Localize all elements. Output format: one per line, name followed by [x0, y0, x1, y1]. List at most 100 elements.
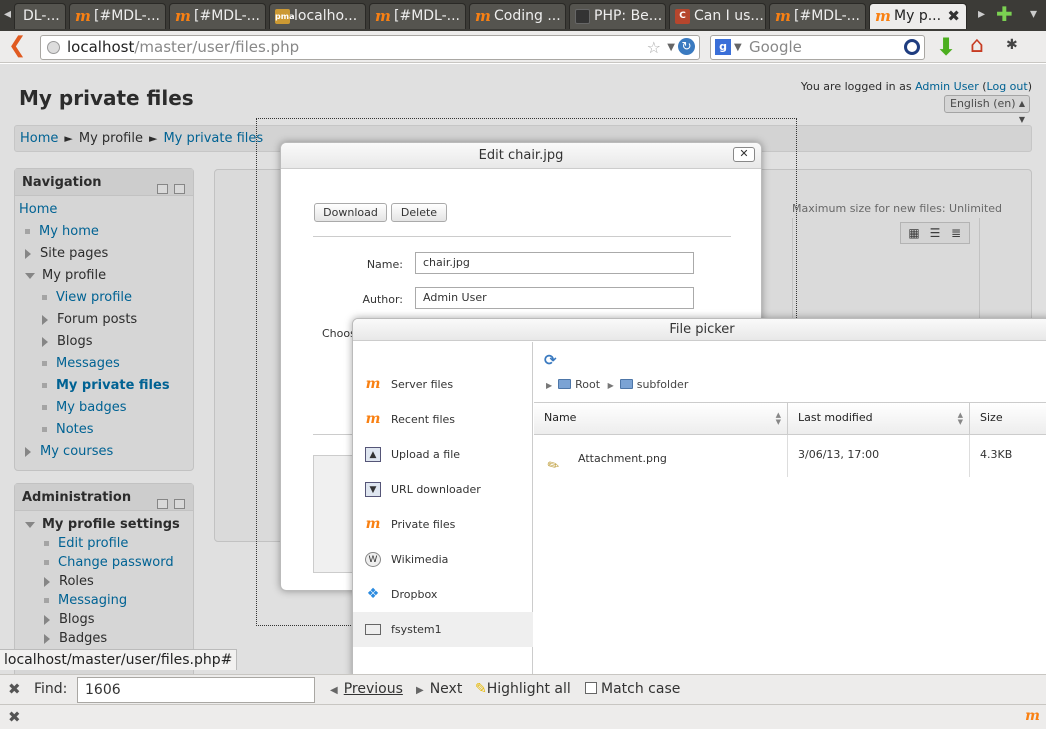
column-modified-label: Last modified: [798, 411, 873, 424]
browser-tab-strip: ◂ DL-... m [#MDL-... m [#MDL-... pma localh…: [0, 0, 1046, 31]
url-bar[interactable]: localhost/master/user/files.php ☆ ▼ ↻: [40, 35, 700, 60]
repository-private-files[interactable]: m Private files: [353, 507, 533, 542]
tab-label: [#MDL-...: [394, 8, 461, 24]
divider: [313, 236, 731, 237]
find-next-label: Next: [429, 681, 463, 697]
find-input[interactable]: 1606: [77, 677, 315, 703]
repository-list: m Server files m Recent files ▲ Upload a fi…: [353, 342, 533, 677]
bookmark-star-icon[interactable]: ☆: [647, 36, 661, 59]
highlighter-icon: ✎: [475, 681, 487, 697]
tab-scroll-right-icon[interactable]: ▸: [978, 6, 985, 22]
browser-tab-1[interactable]: DL-...: [14, 3, 66, 29]
file-preview: [313, 455, 353, 573]
repository-upload-file[interactable]: ▲ Upload a file: [353, 437, 533, 472]
repository-recent-files[interactable]: m Recent files: [353, 402, 533, 437]
edit-dialog-header: Edit chair.jpg ✕: [281, 143, 761, 169]
name-field[interactable]: chair.jpg: [415, 252, 694, 274]
moodle-icon: m: [775, 7, 791, 25]
addon-bar: ✖ m: [0, 704, 1046, 729]
expand-arrow-icon: ▶: [607, 381, 614, 390]
browser-tab-3[interactable]: m [#MDL-...: [169, 3, 266, 29]
search-placeholder: Google: [749, 38, 802, 56]
new-tab-icon[interactable]: ✚: [996, 2, 1013, 26]
reload-icon[interactable]: ↻: [678, 38, 695, 55]
home-icon[interactable]: ⌂: [970, 33, 984, 58]
tab-label: localho...: [294, 8, 358, 24]
file-name: Attachment.png: [578, 452, 667, 465]
moodle-icon: m: [175, 7, 191, 25]
browser-tab-6[interactable]: m Coding ...: [469, 3, 566, 29]
browser-tab-active[interactable]: m My p... ✖: [869, 3, 967, 29]
repository-fsystem1[interactable]: fsystem1: [353, 612, 533, 647]
table-row[interactable]: ✎ Attachment.png 3/06/13, 17:00 4.3KB: [534, 435, 1046, 477]
tab-label: DL-...: [23, 8, 60, 24]
status-url: localhost/master/user/files.php#: [0, 649, 238, 670]
author-label: Author:: [362, 293, 403, 306]
close-icon[interactable]: ✖: [8, 708, 21, 726]
moodle-icon: m: [375, 7, 391, 25]
tab-label: Coding ...: [494, 8, 561, 24]
moodle-icon: m: [75, 7, 91, 25]
repository-wikimedia[interactable]: W Wikimedia: [353, 542, 533, 577]
repository-dropbox[interactable]: ❖ Dropbox: [353, 577, 533, 612]
close-icon[interactable]: ✕: [733, 147, 755, 162]
firebug-icon[interactable]: ✱: [1006, 37, 1018, 53]
expand-arrow-icon: ▶: [546, 381, 553, 390]
column-size[interactable]: Size: [970, 403, 1046, 435]
divider: [313, 434, 353, 435]
back-icon[interactable]: ❮: [8, 34, 26, 58]
globe-icon: [47, 41, 60, 54]
tab-list-icon[interactable]: ▾: [1030, 6, 1037, 22]
url-path: /master/user/files.php: [134, 38, 300, 56]
file-picker-dialog: File picker m Server files m Recent files …: [352, 318, 1046, 678]
browser-tab-8[interactable]: C Can I us...: [669, 3, 766, 29]
phpmyadmin-icon: pma: [275, 9, 294, 24]
moodle-icon: m: [875, 7, 891, 25]
find-previous-button[interactable]: ◀ Previous: [330, 681, 403, 697]
download-button[interactable]: Download: [314, 203, 387, 222]
sort-icon: ▲ ▼: [957, 411, 963, 426]
tab-scroll-left-icon[interactable]: ◂: [4, 6, 11, 22]
repository-url-downloader[interactable]: ▼ URL downloader: [353, 472, 533, 507]
repository-label: Recent files: [391, 413, 455, 426]
path-root[interactable]: Root: [575, 378, 600, 391]
download-arrow-icon[interactable]: ⬇: [936, 33, 956, 61]
repository-server-files[interactable]: m Server files: [353, 367, 533, 402]
browser-navigation-bar: ❮ localhost/master/user/files.php ☆ ▼ ↻ …: [0, 31, 1046, 63]
browser-tab-4[interactable]: pma localho...: [269, 3, 366, 29]
moodle-icon[interactable]: m: [1025, 708, 1040, 724]
close-tab-icon[interactable]: ✖: [947, 4, 960, 29]
delete-button[interactable]: Delete: [391, 203, 447, 222]
folder-path: ▶ Root ▶ subfolder: [546, 378, 688, 391]
file-modified-cell: 3/06/13, 17:00: [788, 435, 970, 477]
tab-label: PHP: Be...: [594, 8, 663, 24]
column-last-modified[interactable]: Last modified ▲ ▼: [788, 403, 970, 435]
repository-label: Dropbox: [391, 588, 438, 601]
browser-tab-5[interactable]: m [#MDL-...: [369, 3, 466, 29]
chevron-down-icon[interactable]: ▼: [667, 36, 675, 59]
browser-tab-2[interactable]: m [#MDL-...: [69, 3, 166, 29]
choose-label: Choos: [322, 327, 356, 340]
match-case-checkbox[interactable]: Match case: [585, 681, 680, 697]
author-field[interactable]: Admin User: [415, 287, 694, 309]
tab-label: My p...: [894, 8, 942, 24]
repository-label: Wikimedia: [391, 553, 449, 566]
chevron-right-icon: ▶: [416, 685, 424, 696]
path-subfolder[interactable]: subfolder: [637, 378, 689, 391]
find-next-button[interactable]: ▶ Next: [416, 681, 462, 697]
highlight-all-button[interactable]: ✎Highlight all: [475, 681, 571, 697]
sort-icon: ▲ ▼: [775, 411, 781, 426]
file-name-cell: ✎ Attachment.png: [534, 435, 788, 477]
close-icon[interactable]: ✖: [8, 680, 21, 698]
browser-tab-7[interactable]: PHP: Be...: [569, 3, 666, 29]
filesystem-icon: [365, 624, 381, 635]
find-bar: ✖ Find: 1606 ◀ Previous ▶ Next ✎Highlight …: [0, 674, 1046, 704]
chevron-left-icon: ◀: [330, 685, 338, 696]
search-icon[interactable]: [904, 39, 920, 55]
refresh-icon[interactable]: ⟳: [544, 351, 557, 369]
search-bar[interactable]: g ▼ Google: [710, 35, 925, 60]
chevron-down-icon[interactable]: ▼: [734, 36, 742, 59]
browser-tab-9[interactable]: m [#MDL-...: [769, 3, 866, 29]
highlight-all-label: Highlight all: [486, 681, 571, 697]
column-name[interactable]: Name ▲ ▼: [534, 403, 788, 435]
